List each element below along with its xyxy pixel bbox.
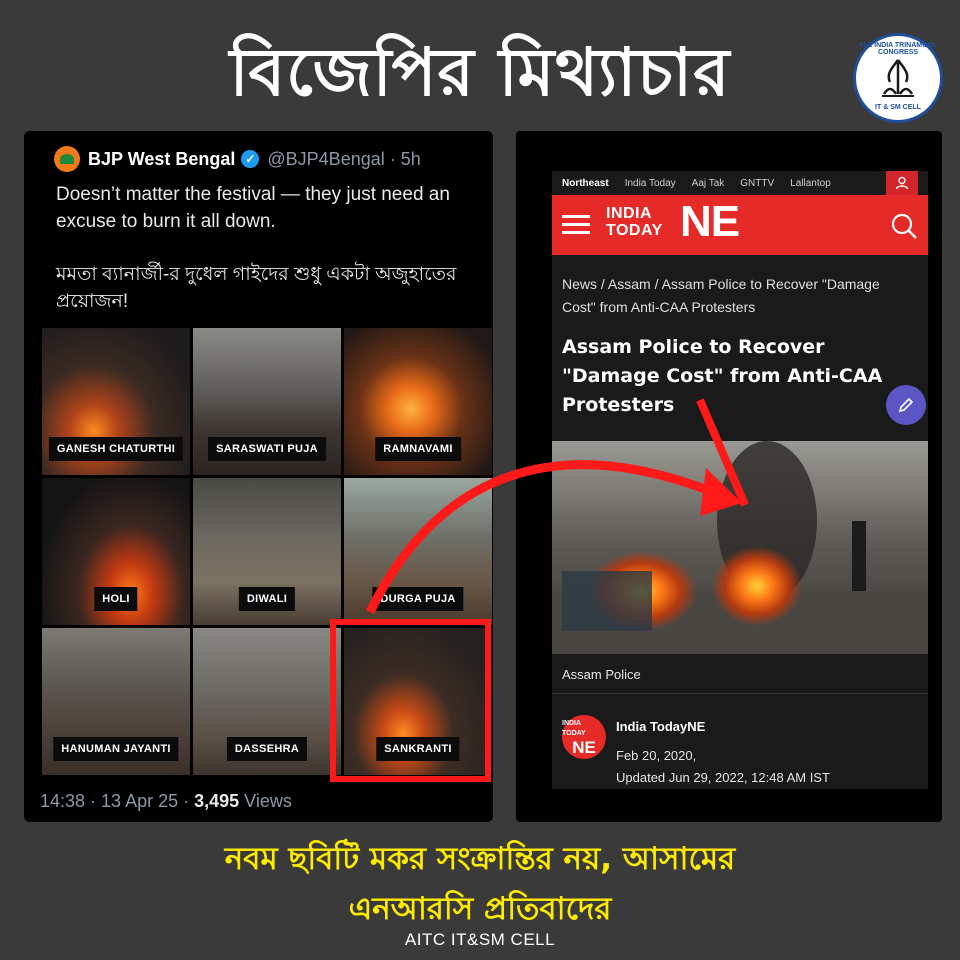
tweet-timestamp[interactable]: 14:38 · 13 Apr 25 · <box>40 791 194 811</box>
divider <box>552 693 928 694</box>
breadcrumb[interactable]: News / Assam / Assam Police to Recover "… <box>562 273 912 319</box>
tile-durga-puja[interactable]: DURGA PUJA <box>344 478 492 625</box>
nav-northeast[interactable]: Northeast <box>562 178 609 189</box>
author-name[interactable]: India TodayNE <box>616 719 705 734</box>
flower-grass-icon <box>882 59 914 97</box>
article-date: Feb 20, 2020, Updated Jun 29, 2022, 12:4… <box>616 745 830 789</box>
headline: বিজেপির মিথ্যাচার <box>229 34 731 111</box>
site-top-nav: Northeast India Today Aaj Tak GNTTV Lall… <box>552 171 928 195</box>
tweet-footer: 14:38 · 13 Apr 25 · 3,495 Views <box>40 791 292 812</box>
search-icon[interactable] <box>890 212 918 240</box>
tile-diwali[interactable]: DIWALI <box>193 478 341 625</box>
tile-label: SARASWATI PUJA <box>208 437 326 461</box>
party-logo: ALL INDIA TRINAMOOL CONGRESS IT & SM CEL… <box>853 33 943 123</box>
nav-gnttv[interactable]: GNTTV <box>740 178 774 189</box>
tweet-header: BJP West Bengal ✓ @BJP4Bengal · 5h <box>54 145 421 173</box>
user-icon[interactable] <box>886 171 918 195</box>
site-logo-small[interactable]: INDIA TODAY <box>606 205 663 239</box>
party-logo-bottom-text: IT & SM CELL <box>875 104 921 111</box>
credit: AITC IT&SM CELL <box>404 930 556 949</box>
bottom-caption: নবম ছবিটি মকর সংক্রান্তির নয়, আসামের এন… <box>0 834 960 934</box>
tweet-handle[interactable]: @BJP4Bengal · 5h <box>267 149 420 170</box>
tile-holi[interactable]: HOLI <box>42 478 190 625</box>
updated-date: Updated Jun 29, 2022, 12:48 AM IST <box>616 770 830 785</box>
tweet-views-label: Views <box>239 791 292 811</box>
menu-icon[interactable] <box>562 215 590 239</box>
author-logo-big: NE <box>572 737 596 757</box>
tweet-author[interactable]: BJP West Bengal <box>88 149 235 170</box>
article-screenshot: Northeast India Today Aaj Tak GNTTV Lall… <box>516 131 942 822</box>
tweet-views-count: 3,495 <box>194 791 240 811</box>
article-photo <box>552 441 928 654</box>
bottom-caption-line2: এনআরসি প্রতিবাদের <box>348 891 612 927</box>
article-title: Assam Police to Recover "Damage Cost" fr… <box>562 336 883 416</box>
nav-india-today[interactable]: India Today <box>625 178 676 189</box>
author-avatar[interactable]: INDIA TODAY NE <box>562 715 606 759</box>
photo-caption: Assam Police <box>562 667 641 682</box>
verified-icon: ✓ <box>241 150 260 168</box>
tile-saraswati-puja[interactable]: SARASWATI PUJA <box>193 328 341 475</box>
site-logo-big[interactable]: NE <box>680 197 740 247</box>
tile-label: RAMNAVAMI <box>375 437 461 461</box>
published-date: Feb 20, 2020, <box>616 748 697 763</box>
tile-dassehra[interactable]: DASSEHRA <box>193 628 341 775</box>
tile-label: GANESH CHATURTHI <box>48 437 184 461</box>
tile-ganesh-chaturthi[interactable]: GANESH CHATURTHI <box>42 328 190 475</box>
tweet-text-english: Doesn’t matter the festival — they just … <box>56 184 450 232</box>
tweet-text: Doesn’t matter the festival — they just … <box>56 181 476 341</box>
nav-lallantop[interactable]: Lallantop <box>790 178 831 189</box>
site-header: INDIA TODAY NE <box>552 195 928 255</box>
tile-label: DURGA PUJA <box>372 587 464 611</box>
tile-label: DIWALI <box>238 587 296 611</box>
tile-label: HANUMAN JAYANTI <box>53 737 179 761</box>
tile-hanuman-jayanti[interactable]: HANUMAN JAYANTI <box>42 628 190 775</box>
nav-aaj-tak[interactable]: Aaj Tak <box>692 178 725 189</box>
tile-ramnavami[interactable]: RAMNAVAMI <box>344 328 492 475</box>
article-body: News / Assam / Assam Police to Recover "… <box>552 255 928 789</box>
highlight-box <box>330 619 491 782</box>
tweet-card[interactable]: BJP West Bengal ✓ @BJP4Bengal · 5h Doesn… <box>24 131 493 822</box>
tile-label: DASSEHRA <box>226 737 308 761</box>
avatar[interactable] <box>54 146 80 172</box>
tile-label: HOLI <box>94 587 138 611</box>
author-logo-small: INDIA TODAY <box>562 719 586 737</box>
tweet-text-bengali: মমতা ব্যানার্জী-র দুধেল গাইদের শুধু একটা… <box>56 264 457 312</box>
bottom-caption-line1: নবম ছবিটি মকর সংক্রান্তির নয়, আসামের <box>224 841 736 877</box>
